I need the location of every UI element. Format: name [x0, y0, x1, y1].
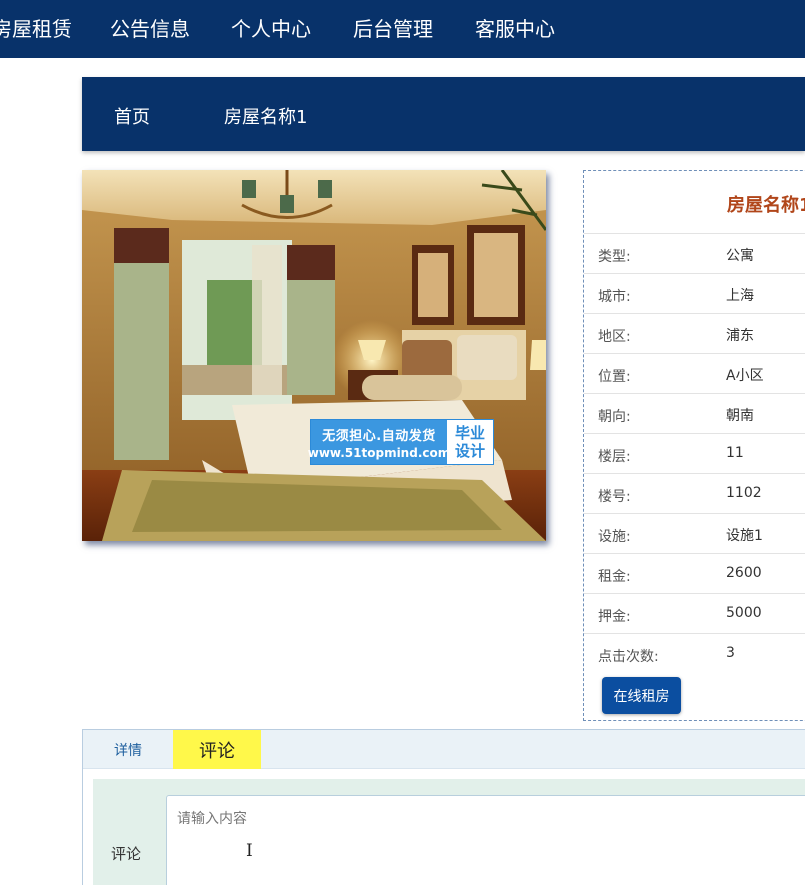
watermark-badge-right: 毕业 设计	[447, 420, 493, 464]
nav-item-personal-center[interactable]: 个人中心	[231, 13, 311, 42]
comment-label: 评论	[111, 845, 142, 863]
comment-form: 评论 请输入内容 I	[93, 779, 805, 885]
house-info-panel: 房屋名称1 类型: 公寓 城市: 上海 地区: 浦东 位置: A小区 朝向: 朝…	[583, 170, 805, 721]
info-label: 朝向:	[598, 409, 631, 425]
info-label: 地区:	[598, 329, 631, 345]
info-value: A小区	[726, 368, 764, 384]
watermark-line2: www.51topmind.com	[307, 445, 451, 460]
info-row-type: 类型: 公寓	[584, 233, 805, 273]
nav-item-house-rental[interactable]: 房屋租赁	[0, 13, 72, 42]
rent-online-button[interactable]: 在线租房	[602, 677, 681, 714]
watermark-badge: 无须担心.自动发货 www.51topmind.com 毕业 设计	[308, 419, 494, 465]
info-label: 押金:	[598, 609, 631, 625]
breadcrumb-home-link[interactable]: 首页	[114, 103, 150, 129]
info-label: 类型:	[598, 249, 631, 265]
tab-comment[interactable]: 评论	[173, 730, 261, 769]
info-label: 城市:	[598, 289, 631, 305]
watermark-text-block: 无须担心.自动发货 www.51topmind.com	[308, 420, 450, 464]
comment-placeholder: 请输入内容	[177, 811, 247, 827]
info-value: 浦东	[726, 328, 754, 344]
info-value: 1102	[726, 485, 762, 501]
info-value: 公寓	[726, 248, 754, 264]
info-value: 上海	[726, 288, 754, 304]
info-value: 2600	[726, 565, 762, 581]
watermark-badge-line1: 毕业	[454, 424, 485, 442]
watermark-line1: 无须担心.自动发货	[322, 428, 436, 444]
info-value: 3	[726, 645, 735, 661]
info-row-location: 位置: A小区	[584, 353, 805, 393]
nav-item-admin[interactable]: 后台管理	[353, 13, 433, 42]
info-row-city: 城市: 上海	[584, 273, 805, 313]
comment-textarea[interactable]: 请输入内容 I	[166, 795, 805, 885]
info-row-clicks: 点击次数: 3	[584, 633, 805, 673]
top-nav: 房屋租赁 公告信息 个人中心 后台管理 客服中心	[0, 0, 805, 58]
info-label: 设施:	[598, 529, 631, 545]
detail-tabs: 详情 评论 评论 请输入内容 I	[82, 729, 805, 885]
info-value: 朝南	[726, 408, 754, 424]
nav-item-announcements[interactable]: 公告信息	[110, 13, 190, 42]
info-label: 点击次数:	[598, 649, 659, 665]
info-row-orientation: 朝向: 朝南	[584, 393, 805, 433]
breadcrumb-current: 房屋名称1	[224, 107, 308, 128]
text-cursor-icon: I	[246, 841, 253, 861]
info-row-floor: 楼层: 11	[584, 433, 805, 473]
info-value: 设施1	[726, 528, 763, 544]
house-title: 房屋名称1	[727, 195, 805, 216]
info-row-facilities: 设施: 设施1	[584, 513, 805, 553]
tab-detail[interactable]: 详情	[83, 730, 173, 769]
info-row-deposit: 押金: 5000	[584, 593, 805, 633]
info-row-rent: 租金: 2600	[584, 553, 805, 593]
info-label: 租金:	[598, 569, 631, 585]
info-label: 楼层:	[598, 449, 631, 465]
info-label: 楼号:	[598, 489, 631, 505]
info-row-district: 地区: 浦东	[584, 313, 805, 353]
watermark-badge-line2: 设计	[454, 442, 485, 460]
nav-item-customer-service[interactable]: 客服中心	[475, 13, 555, 42]
info-value: 5000	[726, 605, 762, 621]
breadcrumb: 首页 / 房屋名称1	[82, 77, 805, 151]
info-row-building: 楼号: 1102	[584, 473, 805, 513]
house-photo	[82, 170, 546, 541]
tab-strip: 详情 评论	[83, 730, 805, 769]
info-label: 位置:	[598, 369, 631, 385]
info-value: 11	[726, 445, 744, 461]
